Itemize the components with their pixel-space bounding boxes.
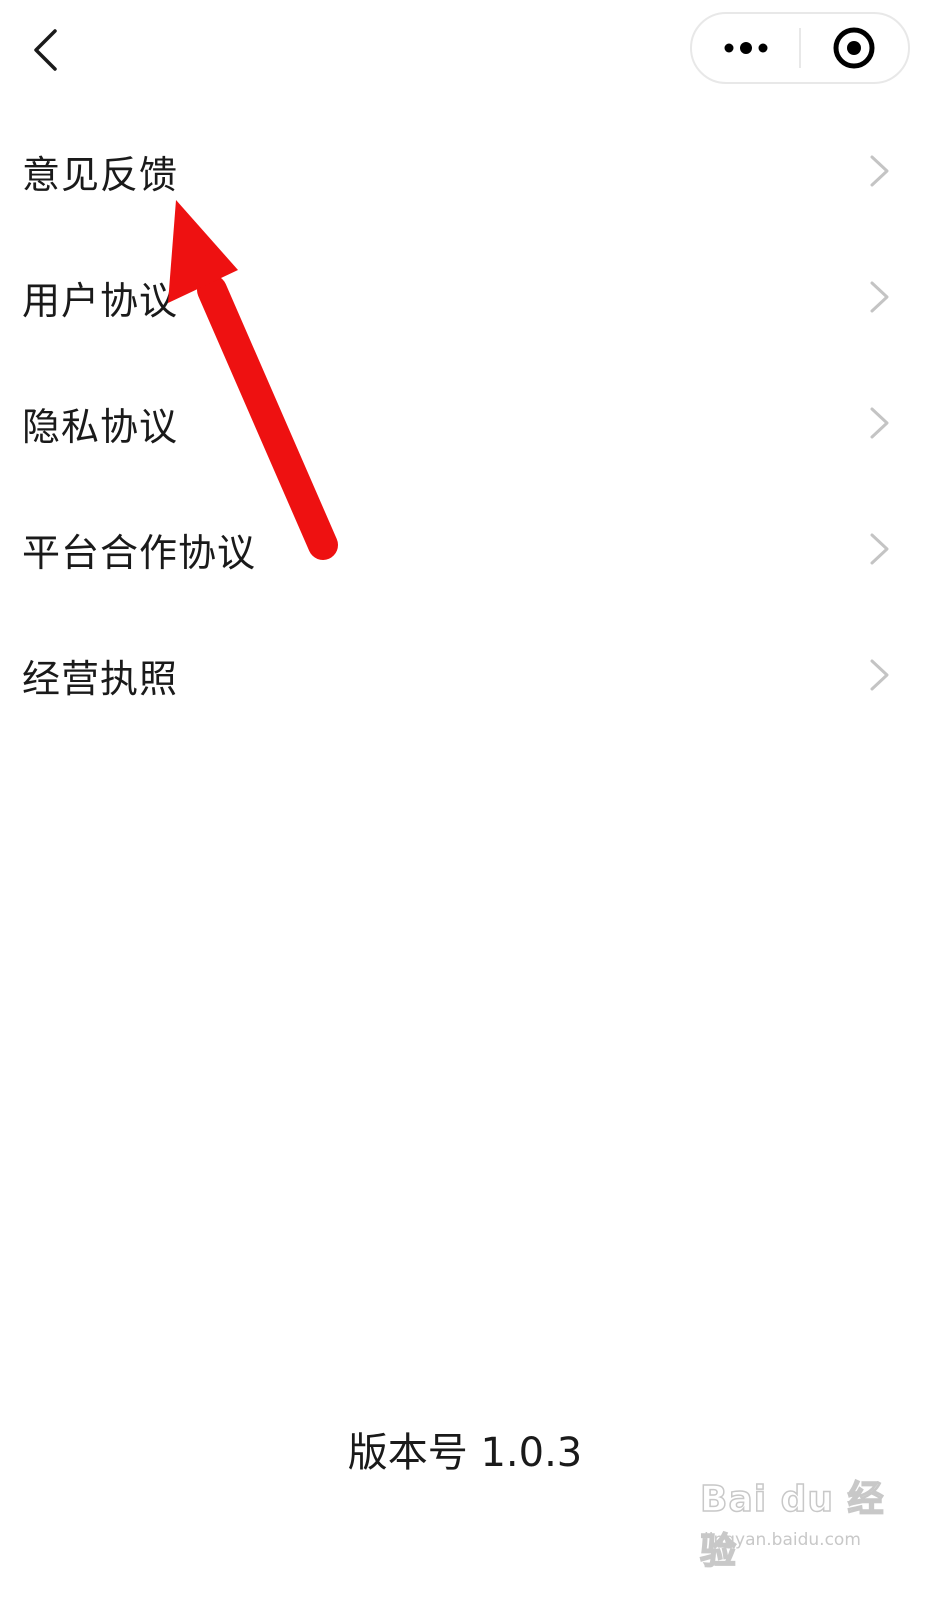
menu-item-label: 隐私协议 [22,404,179,449]
menu-item-label: 用户协议 [22,278,179,323]
baidu-jingyan-watermark: Bai du 经验 jingyan.baidu.com [699,1470,900,1580]
menu-item-platform-cooperation[interactable]: 平台合作协议 [0,486,930,612]
menu-item-label: 经营执照 [22,656,179,701]
more-dots-icon [724,42,767,54]
close-mini-program-button[interactable] [801,14,908,82]
mini-program-capsule [690,12,910,84]
chevron-right-icon [870,281,889,313]
menu-item-feedback[interactable]: 意见反馈 [0,108,930,234]
back-button[interactable] [20,20,70,80]
chevron-left-icon [34,29,57,71]
menu-item-user-agreement[interactable]: 用户协议 [0,234,930,360]
chevron-right-icon [870,155,889,187]
screen: 意见反馈 用户协议 隐私协议 平台合作协议 经营执照 版本号 1.0.3 Bai… [0,0,930,1600]
more-button[interactable] [692,14,799,82]
menu-item-label: 平台合作协议 [22,530,257,575]
menu-item-business-license[interactable]: 经营执照 [0,612,930,738]
menu-list: 意见反馈 用户协议 隐私协议 平台合作协议 经营执照 [0,108,930,738]
version-label: 版本号 1.0.3 [347,1430,583,1476]
chevron-right-icon [870,659,889,691]
menu-item-label: 意见反馈 [22,152,179,197]
chevron-right-icon [870,533,889,565]
target-circle-icon [833,27,875,69]
watermark-url: jingyan.baidu.com [704,1530,861,1550]
chevron-right-icon [870,407,889,439]
menu-item-privacy-agreement[interactable]: 隐私协议 [0,360,930,486]
watermark-logo: Bai du 经验 [699,1478,885,1573]
nav-bar [0,0,930,100]
